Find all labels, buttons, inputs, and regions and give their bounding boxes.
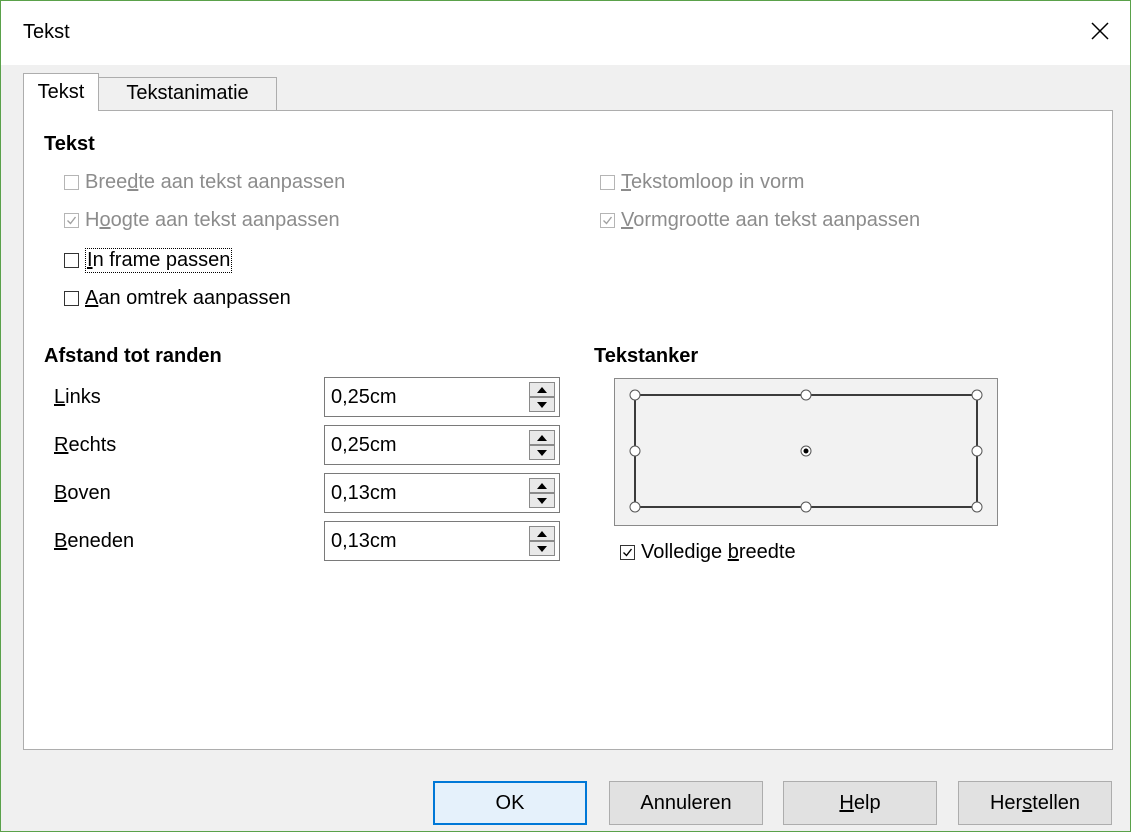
wrap-shape-label: Tekstomloop in vorm: [621, 171, 805, 193]
title-bar: Tekst: [1, 1, 1130, 65]
reset-button-label: Herstellen: [989, 791, 1081, 814]
fit-contour-label: Aan omtrek aanpassen: [85, 287, 291, 309]
reset-button[interactable]: Herstellen: [958, 781, 1112, 825]
full-width-checkbox[interactable]: [620, 545, 635, 560]
top-spacing-field[interactable]: 0,13cm: [324, 473, 560, 513]
full-width-option[interactable]: Volledige breedte: [620, 541, 796, 564]
tab-tekstanimatie[interactable]: Tekstanimatie: [99, 77, 277, 111]
fit-frame-label: In frame passen: [85, 248, 233, 273]
cancel-button[interactable]: Annuleren: [609, 781, 763, 825]
spin-down-icon[interactable]: [529, 397, 555, 412]
fit-width-option[interactable]: Breedte aan tekst aanpassen: [64, 171, 345, 194]
right-spacing-value[interactable]: 0,25cm: [331, 434, 397, 457]
fit-contour-checkbox[interactable]: [64, 291, 79, 306]
fit-contour-option[interactable]: Aan omtrek aanpassen: [64, 287, 291, 310]
left-spacing-value[interactable]: 0,25cm: [331, 386, 397, 409]
resize-shape-option[interactable]: Vormgrootte aan tekst aanpassen: [600, 209, 920, 232]
spin-down-icon[interactable]: [529, 493, 555, 508]
bottom-spacing-field[interactable]: 0,13cm: [324, 521, 560, 561]
left-spacing-label: Links: [54, 386, 101, 408]
spin-up-icon[interactable]: [529, 382, 555, 397]
help-button[interactable]: Help: [783, 781, 937, 825]
anchor-selected-dot: [803, 448, 809, 454]
fit-frame-option[interactable]: In frame passen: [64, 248, 233, 273]
anchor-middle-left[interactable]: [629, 445, 641, 457]
close-icon[interactable]: [1084, 15, 1116, 47]
anchor-bottom-left[interactable]: [629, 501, 641, 513]
fit-width-label: Breedte aan tekst aanpassen: [85, 171, 346, 193]
bottom-spacing-value[interactable]: 0,13cm: [331, 530, 397, 553]
fit-width-checkbox[interactable]: [64, 175, 79, 190]
section-heading-text: Tekst: [44, 133, 95, 155]
text-dialog: Tekst Tekst Tekstanimatie Tekst Breedte …: [0, 0, 1131, 832]
anchor-middle-right[interactable]: [971, 445, 983, 457]
tab-tekst[interactable]: Tekst: [23, 73, 99, 111]
fit-height-label: Hoogte aan tekst aanpassen: [85, 209, 340, 231]
text-anchor-selector[interactable]: [614, 378, 998, 526]
spin-down-icon[interactable]: [529, 541, 555, 556]
spin-up-icon[interactable]: [529, 430, 555, 445]
top-spacing-stepper: [529, 478, 555, 508]
wrap-shape-option[interactable]: Tekstomloop in vorm: [600, 171, 804, 194]
wrap-shape-checkbox[interactable]: [600, 175, 615, 190]
fit-height-checkbox[interactable]: [64, 213, 79, 228]
ok-button[interactable]: OK: [433, 781, 587, 825]
dialog-title: Tekst: [23, 21, 70, 43]
tab-panel: Tekst Breedte aan tekst aanpassen Hoogte…: [23, 110, 1113, 750]
fit-height-option[interactable]: Hoogte aan tekst aanpassen: [64, 209, 340, 232]
right-spacing-stepper: [529, 430, 555, 460]
top-spacing-value[interactable]: 0,13cm: [331, 482, 397, 505]
resize-shape-checkbox[interactable]: [600, 213, 615, 228]
help-button-label: Help: [839, 791, 881, 814]
bottom-spacing-label: Beneden: [54, 530, 135, 552]
anchor-bottom-right[interactable]: [971, 501, 983, 513]
top-spacing-label: Boven: [54, 482, 111, 504]
spin-up-icon[interactable]: [529, 526, 555, 541]
section-heading-anchor: Tekstanker: [594, 345, 699, 367]
fit-frame-checkbox[interactable]: [64, 253, 79, 268]
right-spacing-label: Rechts: [54, 434, 117, 456]
left-spacing-stepper: [529, 382, 555, 412]
spin-down-icon[interactable]: [529, 445, 555, 460]
anchor-top-center[interactable]: [800, 389, 812, 401]
resize-shape-label: Vormgrootte aan tekst aanpassen: [621, 209, 921, 231]
anchor-top-left[interactable]: [629, 389, 641, 401]
section-heading-spacing: Afstand tot randen: [44, 345, 222, 367]
bottom-spacing-stepper: [529, 526, 555, 556]
anchor-top-right[interactable]: [971, 389, 983, 401]
left-spacing-field[interactable]: 0,25cm: [324, 377, 560, 417]
anchor-bottom-center[interactable]: [800, 501, 812, 513]
spin-up-icon[interactable]: [529, 478, 555, 493]
right-spacing-field[interactable]: 0,25cm: [324, 425, 560, 465]
full-width-label: Volledige breedte: [641, 541, 796, 563]
